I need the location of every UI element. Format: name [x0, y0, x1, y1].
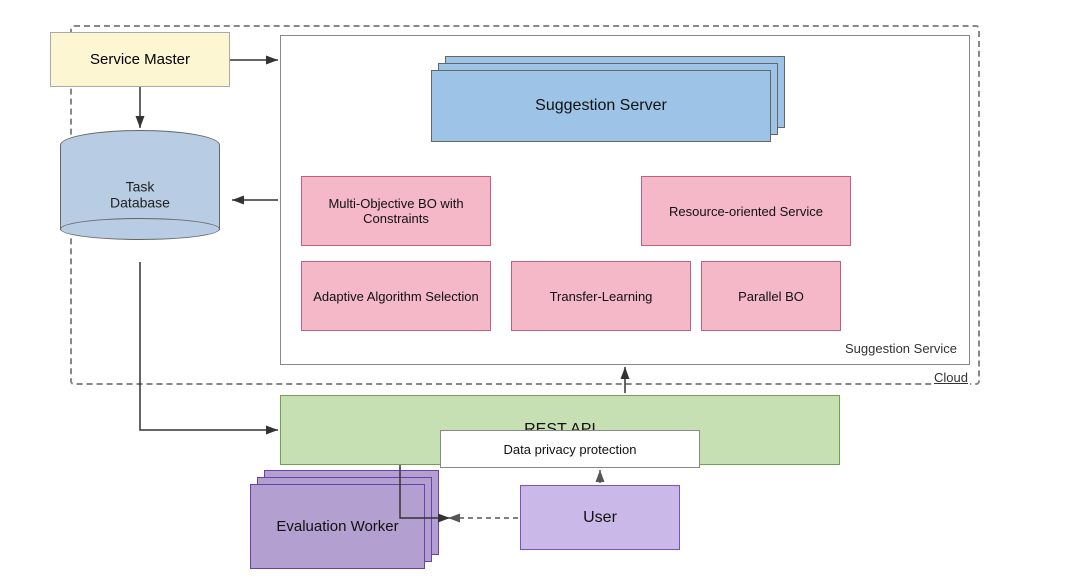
- suggestion-server-label: Suggestion Server: [535, 97, 667, 115]
- suggestion-service-box: Suggestion Server Multi-Objective BO wit…: [280, 35, 970, 365]
- suggestion-server-front: Suggestion Server: [431, 70, 771, 142]
- eval-worker-label: Evaluation Worker: [276, 518, 398, 535]
- service-master-box: Service Master: [50, 32, 230, 87]
- suggestion-server-stack: Suggestion Server: [431, 56, 781, 146]
- cloud-label: Cloud: [932, 370, 970, 385]
- eval-front: Evaluation Worker: [250, 484, 425, 569]
- resource-label: Resource-oriented Service: [669, 204, 823, 219]
- task-database-container: Task Database: [60, 130, 230, 260]
- eval-worker-stack: Evaluation Worker: [250, 470, 450, 570]
- parallel-box: Parallel BO: [701, 261, 841, 331]
- data-privacy-label: Data privacy protection: [504, 442, 637, 457]
- parallel-label: Parallel BO: [738, 289, 804, 304]
- user-box: User: [520, 485, 680, 550]
- data-privacy-box: Data privacy protection: [440, 430, 700, 468]
- task-database-cylinder: Task Database: [60, 130, 220, 240]
- suggestion-service-label: Suggestion Service: [845, 341, 957, 356]
- transfer-box: Transfer-Learning: [511, 261, 691, 331]
- mobo-label: Multi-Objective BO with Constraints: [308, 196, 484, 226]
- cylinder-bottom: [60, 218, 220, 240]
- adaptive-box: Adaptive Algorithm Selection: [301, 261, 491, 331]
- service-master-label: Service Master: [90, 51, 190, 68]
- diagram-container: Cloud Service Master Task Database Sugge…: [10, 10, 1070, 572]
- task-database-label: Task Database: [100, 179, 180, 211]
- transfer-label: Transfer-Learning: [550, 289, 653, 304]
- user-label: User: [583, 509, 617, 527]
- adaptive-label: Adaptive Algorithm Selection: [313, 289, 478, 304]
- resource-box: Resource-oriented Service: [641, 176, 851, 246]
- mobo-box: Multi-Objective BO with Constraints: [301, 176, 491, 246]
